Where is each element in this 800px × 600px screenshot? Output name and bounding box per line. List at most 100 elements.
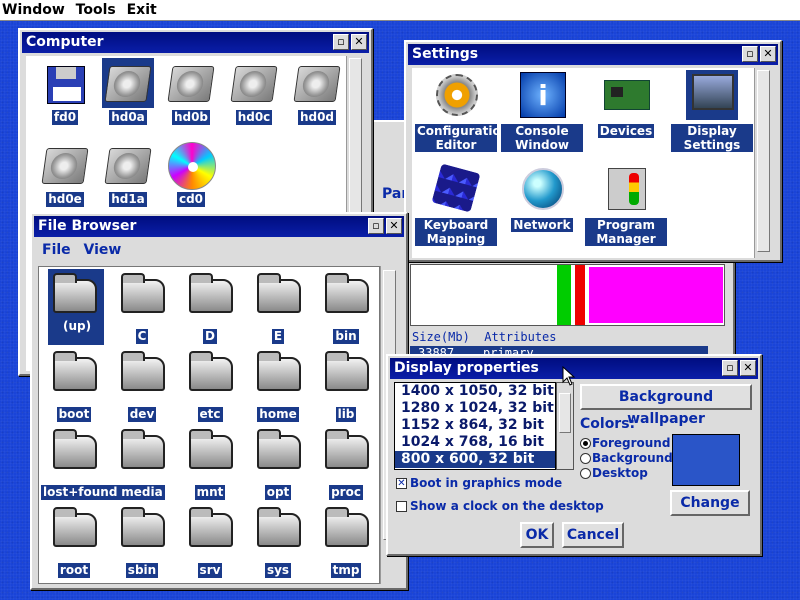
boot-graphics-label: Boot in graphics mode — [410, 476, 563, 490]
drive-icon-hd0e[interactable]: hd0e — [32, 140, 98, 207]
settings-item-console-window[interactable]: i Console Window — [500, 70, 584, 152]
folder-item-lost+found[interactable]: lost+found — [41, 425, 120, 500]
boot-graphics-option[interactable]: ✕ Boot in graphics mode — [396, 476, 562, 490]
settings-item-network[interactable]: Network — [500, 164, 584, 232]
close-button[interactable]: ✕ — [760, 46, 776, 62]
drive-icon-hd0c[interactable]: hd0c — [221, 58, 287, 125]
settings-item-keyboard-mapping[interactable]: Keyboard Mapping — [414, 163, 498, 246]
drive-icon-hd0a[interactable]: hd0a — [95, 58, 161, 125]
hard-disk-icon — [228, 58, 280, 108]
ok-button[interactable]: OK — [520, 522, 554, 548]
resolution-scrollbar[interactable] — [556, 382, 574, 470]
info-icon: i — [516, 70, 568, 120]
drive-label: cd0 — [176, 192, 206, 207]
folder-item-E[interactable]: E — [245, 269, 311, 344]
radio-background-dot[interactable] — [580, 453, 591, 464]
menu-exit[interactable]: Exit — [127, 2, 157, 18]
folder-item-C[interactable]: C — [109, 269, 175, 344]
hard-disk-icon — [291, 58, 343, 108]
folder-item-sys[interactable]: sys — [245, 503, 311, 578]
folder-item-srv[interactable]: srv — [177, 503, 243, 578]
folder-icon — [116, 503, 168, 553]
folder-item-opt[interactable]: opt — [245, 425, 311, 500]
resolution-option[interactable]: 1280 x 1024, 32 bit — [395, 400, 555, 417]
file-browser-titlebar[interactable]: File Browser ▫ ✕ — [34, 216, 404, 237]
drive-icon-fd0[interactable]: fd0 — [32, 58, 98, 125]
file-browser-menu: File View — [42, 242, 129, 258]
folder-item-dev[interactable]: dev — [109, 347, 175, 422]
settings-item-label: Program Manager — [585, 218, 667, 246]
radio-desktop[interactable]: Desktop — [580, 466, 673, 481]
show-clock-checkbox[interactable] — [396, 501, 407, 512]
folder-item-root[interactable]: root — [41, 503, 107, 578]
settings-item-label: Keyboard Mapping — [415, 218, 497, 246]
close-button[interactable]: ✕ — [386, 218, 402, 234]
drive-icon-cd0[interactable]: cd0 — [158, 140, 224, 207]
cancel-button[interactable]: Cancel — [562, 522, 624, 548]
resolution-list[interactable]: 1400 x 1050, 32 bit 1280 x 1024, 32 bit 11… — [394, 382, 556, 470]
folder-item-proc[interactable]: proc — [313, 425, 379, 500]
color-radio-group: Foreground Background Desktop — [580, 436, 673, 481]
radio-desktop-dot[interactable] — [580, 468, 591, 479]
resolution-option[interactable]: 1400 x 1050, 32 bit — [395, 383, 555, 400]
menu-window[interactable]: Window — [2, 2, 65, 18]
file-browser-content: (up) C D Ebin boot dev etc home lib lost+found med… — [38, 266, 380, 584]
folder-label: media — [119, 485, 165, 500]
resolution-scroll-thumb[interactable] — [559, 393, 571, 433]
settings-item-display-settings[interactable]: Display Settings — [670, 70, 754, 152]
partition-graph — [410, 264, 725, 326]
settings-item-devices[interactable]: Devices — [584, 70, 668, 138]
folder-item-home[interactable]: home — [245, 347, 311, 422]
restore-button[interactable]: ▫ — [368, 218, 384, 234]
drive-icon-hd1a[interactable]: hd1a — [95, 140, 161, 207]
folder-item-D[interactable]: D — [177, 269, 243, 344]
folder-icon — [252, 347, 304, 397]
boot-graphics-checkbox[interactable]: ✕ — [396, 478, 407, 489]
menu-tools[interactable]: Tools — [76, 2, 116, 18]
close-button[interactable]: ✕ — [351, 34, 367, 50]
settings-scrollbar[interactable] — [754, 68, 772, 258]
drive-icon-hd0b[interactable]: hd0b — [158, 58, 224, 125]
settings-item-configuration-editor[interactable]: Configuration Editor — [414, 70, 509, 152]
colors-label: Colors: — [580, 416, 636, 432]
settings-item-label: Display Settings — [671, 124, 753, 152]
folder-label: proc — [329, 485, 363, 500]
folder-item-media[interactable]: media — [109, 425, 175, 500]
folder-item-boot[interactable]: boot — [41, 347, 107, 422]
show-clock-label: Show a clock on the desktop — [410, 499, 604, 513]
folder-item-sbin[interactable]: sbin — [109, 503, 175, 578]
radio-foreground-dot[interactable] — [580, 438, 591, 449]
computer-titlebar[interactable]: Computer ▫ ✕ — [22, 32, 369, 53]
folder-item-etc[interactable]: etc — [177, 347, 243, 422]
gear-icon — [430, 70, 482, 120]
menu-file[interactable]: File — [42, 242, 71, 258]
radio-background[interactable]: Background — [580, 451, 673, 466]
folder-icon — [320, 503, 372, 553]
computer-scroll-thumb[interactable] — [349, 58, 362, 218]
restore-button[interactable]: ▫ — [742, 46, 758, 62]
drive-icon-hd0d[interactable]: hd0d — [284, 58, 350, 125]
folder-item-mnt[interactable]: mnt — [177, 425, 243, 500]
close-button[interactable]: ✕ — [740, 360, 756, 376]
restore-button[interactable]: ▫ — [722, 360, 738, 376]
folder-item-lib[interactable]: lib — [313, 347, 379, 422]
change-button[interactable]: Change — [670, 490, 750, 516]
folder-item-tmp[interactable]: tmp — [313, 503, 379, 578]
folder-icon — [116, 425, 168, 475]
globe-icon — [516, 164, 568, 214]
folder-label: C — [135, 329, 149, 344]
show-clock-option[interactable]: Show a clock on the desktop — [396, 499, 604, 513]
settings-titlebar[interactable]: Settings ▫ ✕ — [408, 44, 778, 65]
folder-label: etc — [197, 407, 223, 422]
attributes-header: Attributes — [484, 330, 557, 344]
settings-item-program-manager[interactable]: Program Manager — [584, 164, 668, 246]
menu-view[interactable]: View — [84, 242, 122, 258]
folder-item-bin[interactable]: bin — [313, 269, 379, 344]
settings-scroll-thumb[interactable] — [757, 70, 770, 252]
resolution-option[interactable]: 1152 x 864, 32 bit — [395, 417, 555, 434]
resolution-option[interactable]: 1024 x 768, 16 bit — [395, 434, 555, 451]
radio-foreground[interactable]: Foreground — [580, 436, 673, 451]
background-wallpaper-button[interactable]: Background wallpaper — [580, 384, 752, 427]
restore-button[interactable]: ▫ — [333, 34, 349, 50]
resolution-option[interactable]: 800 x 600, 32 bit — [395, 451, 555, 468]
